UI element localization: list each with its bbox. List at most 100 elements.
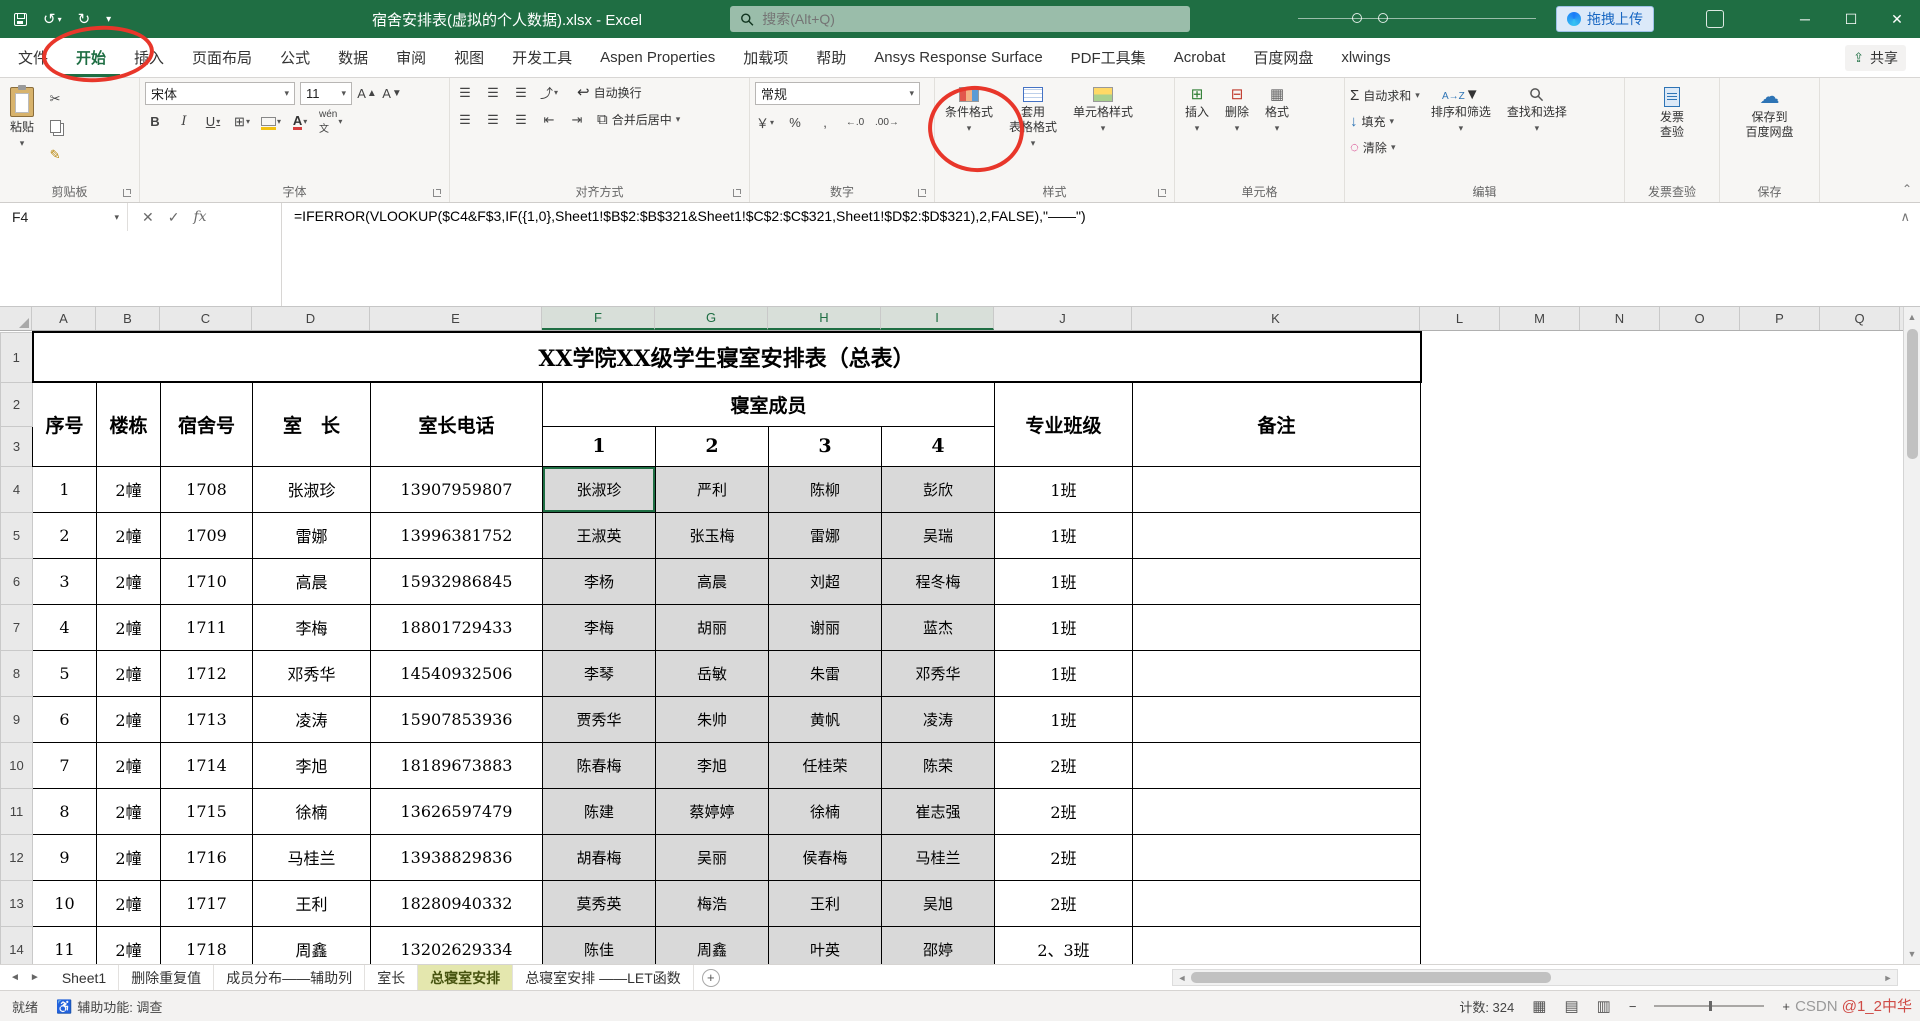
column-header-F[interactable]: F <box>542 307 655 330</box>
ribbon-tab-8[interactable]: 开发工具 <box>498 38 586 77</box>
column-header-P[interactable]: P <box>1740 307 1820 330</box>
empty-cell[interactable] <box>1740 926 1821 964</box>
cell-member[interactable]: 崔志强 <box>881 787 995 835</box>
empty-cell[interactable] <box>1420 332 1501 382</box>
cell-leader[interactable]: 张淑珍 <box>252 465 371 513</box>
save-icon[interactable] <box>14 12 27 26</box>
empty-cell[interactable] <box>1660 834 1741 880</box>
cell-note[interactable] <box>1132 695 1421 743</box>
scroll-up-icon[interactable]: ▲ <box>1904 307 1920 327</box>
ribbon-tab-10[interactable]: 加载项 <box>729 38 802 77</box>
empty-cell[interactable] <box>1500 696 1581 742</box>
cell-note[interactable] <box>1132 741 1421 789</box>
empty-cell[interactable] <box>1820 742 1901 788</box>
font-size-select[interactable]: 11 ▾ <box>300 82 352 105</box>
empty-cell[interactable] <box>1580 696 1661 742</box>
empty-cell[interactable] <box>1580 382 1661 426</box>
column-header-G[interactable]: G <box>655 307 768 330</box>
cell-class[interactable]: 1班 <box>994 695 1133 743</box>
empty-cell[interactable] <box>1820 834 1901 880</box>
ribbon-tab-7[interactable]: 视图 <box>440 38 498 77</box>
new-sheet-button[interactable]: + <box>701 968 720 987</box>
empty-cell[interactable] <box>1580 604 1661 650</box>
cell-room[interactable]: 1714 <box>160 741 253 789</box>
empty-cell[interactable] <box>1660 426 1741 466</box>
cell-member[interactable]: 陈春梅 <box>542 741 656 789</box>
cell-note[interactable] <box>1132 787 1421 835</box>
header-num[interactable]: 序号 <box>32 381 97 467</box>
row-header-4[interactable]: 4 <box>0 465 33 513</box>
column-header-B[interactable]: B <box>96 307 160 330</box>
share-button[interactable]: ⇪ 共享 <box>1845 45 1906 71</box>
empty-cell[interactable] <box>1820 426 1901 466</box>
empty-cell[interactable] <box>1740 834 1821 880</box>
cell-member[interactable]: 张玉梅 <box>655 511 769 559</box>
cell-leader[interactable]: 凌涛 <box>252 695 371 743</box>
cell-member[interactable]: 高晨 <box>655 557 769 605</box>
cell-room[interactable]: 1710 <box>160 557 253 605</box>
empty-cell[interactable] <box>1420 880 1501 926</box>
empty-cell[interactable] <box>1580 512 1661 558</box>
dialog-launcher-icon[interactable] <box>1158 189 1166 197</box>
cell-num[interactable]: 7 <box>32 741 97 789</box>
header-note[interactable]: 备注 <box>1132 381 1421 467</box>
empty-cell[interactable] <box>1740 604 1821 650</box>
empty-cell[interactable] <box>1500 512 1581 558</box>
cell-note[interactable] <box>1132 465 1421 513</box>
number-format-select[interactable]: 常规 ▾ <box>755 82 920 105</box>
fill-color-icon[interactable]: ▾ <box>261 111 281 132</box>
font-color-icon[interactable]: A ▾ <box>290 111 310 132</box>
ribbon-tab-3[interactable]: 页面布局 <box>178 38 266 77</box>
cell-member[interactable]: 邵婷 <box>881 925 995 964</box>
empty-cell[interactable] <box>1660 466 1741 512</box>
empty-cell[interactable] <box>1820 604 1901 650</box>
sheet-nav-right-icon[interactable]: ► <box>30 972 40 983</box>
cell-leader[interactable]: 高晨 <box>252 557 371 605</box>
cell-class[interactable]: 1班 <box>994 511 1133 559</box>
header-class[interactable]: 专业班级 <box>994 381 1133 467</box>
horizontal-scroll-thumb[interactable] <box>1191 972 1551 983</box>
column-header-C[interactable]: C <box>160 307 252 330</box>
collapse-formula-bar-icon[interactable]: ∧ <box>1900 209 1910 225</box>
cell-member[interactable]: 莫秀英 <box>542 879 656 927</box>
cell-member[interactable]: 李旭 <box>655 741 769 789</box>
select-all-corner[interactable] <box>0 307 32 330</box>
align-middle-icon[interactable]: ☰ <box>483 82 503 103</box>
cell-note[interactable] <box>1132 879 1421 927</box>
empty-cell[interactable] <box>1500 604 1581 650</box>
column-header-I[interactable]: I <box>881 307 994 330</box>
titlebar-extra-icon[interactable] <box>1706 10 1724 28</box>
dialog-launcher-icon[interactable] <box>733 189 741 197</box>
empty-cell[interactable] <box>1740 558 1821 604</box>
empty-cell[interactable] <box>1660 512 1741 558</box>
dialog-launcher-icon[interactable] <box>918 189 926 197</box>
formula-input[interactable]: =IFERROR(VLOOKUP($C4&F$3,IF({1,0},Sheet1… <box>282 203 1920 306</box>
search-box[interactable] <box>730 6 1190 32</box>
cell-member[interactable]: 邓秀华 <box>881 649 995 697</box>
empty-cell[interactable] <box>1740 426 1821 466</box>
cell-note[interactable] <box>1132 649 1421 697</box>
copy-icon[interactable] <box>45 116 65 137</box>
cell-leader[interactable]: 李梅 <box>252 603 371 651</box>
cell-member[interactable]: 叶英 <box>768 925 882 964</box>
column-header-D[interactable]: D <box>252 307 370 330</box>
cell-class[interactable]: 2班 <box>994 879 1133 927</box>
cell-num[interactable]: 8 <box>32 787 97 835</box>
cell-class[interactable]: 2班 <box>994 787 1133 835</box>
empty-cell[interactable] <box>1580 558 1661 604</box>
borders-icon[interactable]: ⊞ ▾ <box>232 111 252 132</box>
ribbon-tab-9[interactable]: Aspen Properties <box>586 38 729 77</box>
cell-num[interactable]: 5 <box>32 649 97 697</box>
cut-icon[interactable]: ✂ <box>45 88 65 109</box>
cell-member[interactable]: 彭欣 <box>881 465 995 513</box>
cell-building[interactable]: 2幢 <box>96 465 161 513</box>
cell-member[interactable]: 陈佳 <box>542 925 656 964</box>
empty-cell[interactable] <box>1500 558 1581 604</box>
empty-cell[interactable] <box>1580 834 1661 880</box>
cell-member[interactable]: 王淑英 <box>542 511 656 559</box>
phonetic-guide-icon[interactable]: wén 文 ▾ <box>319 109 342 135</box>
empty-cell[interactable] <box>1740 466 1821 512</box>
cell-num[interactable]: 11 <box>32 925 97 964</box>
cell-member[interactable]: 蓝杰 <box>881 603 995 651</box>
empty-cell[interactable] <box>1580 926 1661 964</box>
